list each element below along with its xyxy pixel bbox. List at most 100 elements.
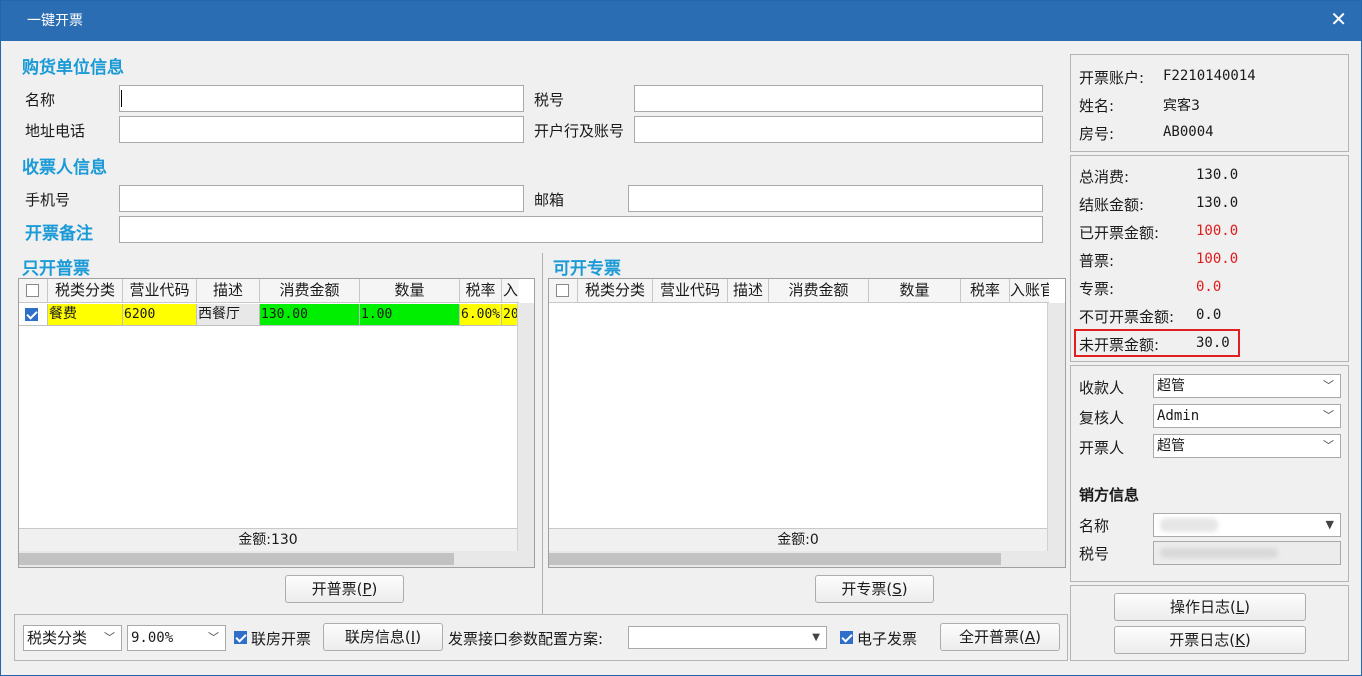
invoice-window: 一键开票 ✕ 购货单位信息 名称 税号 地址电话 开户行及账号 收票人信息 手机… <box>0 0 1362 676</box>
buyer-address-input[interactable] <box>119 116 524 143</box>
chevron-down-icon: ﹀ <box>1323 379 1334 392</box>
room-label: 房号: <box>1079 125 1115 143</box>
special-invoice-table: 税类分类 营业代码 描述 消费金额 数量 税率 入账官 金额:0 <box>548 278 1066 568</box>
payee-select[interactable]: 超管 ﹀ <box>1153 374 1341 398</box>
account-label: 开票账户: <box>1079 69 1145 87</box>
payee-label: 收款人 <box>1079 379 1125 397</box>
buyer-address-label: 地址电话 <box>25 122 86 140</box>
config-label: 发票接口参数配置方案: <box>448 630 604 648</box>
special-horizontal-scrollbar[interactable] <box>549 551 1065 567</box>
normal-vertical-scrollbar[interactable] <box>517 303 534 551</box>
chevron-down-icon: ﹀ <box>1323 439 1334 452</box>
special-vertical-scrollbar[interactable] <box>1047 303 1065 551</box>
email-label: 邮箱 <box>534 191 565 209</box>
seller-name-select[interactable]: ▼ <box>1153 513 1341 537</box>
checkbox-icon[interactable] <box>26 284 39 297</box>
table-cell-code[interactable]: 6200 <box>123 304 197 326</box>
seller-taxno-input[interactable] <box>1153 541 1341 565</box>
special-amount-label: 专票: <box>1079 280 1115 298</box>
title-bar: 一键开票 ✕ <box>1 1 1361 41</box>
seller-section-title: 销方信息 <box>1079 486 1140 504</box>
col-desc[interactable]: 描述 <box>197 279 260 303</box>
buyer-bank-label: 开户行及账号 <box>534 122 625 140</box>
col-desc[interactable]: 描述 <box>728 279 769 303</box>
col-amount[interactable]: 消费金额 <box>260 279 360 303</box>
checkout-value: 130.0 <box>1196 195 1239 211</box>
col-code[interactable]: 营业代码 <box>653 279 728 303</box>
header-select-all[interactable] <box>19 279 48 303</box>
col-amount[interactable]: 消费金额 <box>769 279 869 303</box>
invoice-log-button[interactable]: 开票日志(K) <box>1114 626 1306 654</box>
special-invoice-title: 可开专票 <box>553 259 621 279</box>
normal-total: 金额:130 <box>19 528 517 551</box>
normal-amount-value: 100.0 <box>1196 251 1239 267</box>
header-select-all[interactable] <box>549 279 578 303</box>
buyer-bank-input[interactable] <box>634 116 1043 143</box>
col-rate[interactable]: 税率 <box>961 279 1010 303</box>
redacted-value <box>1160 548 1278 558</box>
einvoice-label: 电子发票 <box>857 630 918 648</box>
checkbox-icon[interactable] <box>556 284 569 297</box>
lianfang-info-button[interactable]: 联房信息(I) <box>323 623 443 651</box>
receiver-section-title: 收票人信息 <box>22 158 107 178</box>
uninvoiced-label: 未开票金额: <box>1079 336 1160 354</box>
reviewer-label: 复核人 <box>1079 409 1125 427</box>
tax-category-select[interactable]: 税类分类 ﹀ <box>23 625 122 651</box>
text-caret <box>121 90 122 107</box>
normal-horizontal-scrollbar[interactable] <box>19 551 534 567</box>
vertical-divider <box>542 253 543 614</box>
checkbox-icon[interactable] <box>25 308 38 321</box>
issue-normal-button[interactable]: 开普票(P) <box>285 575 404 603</box>
dropdown-arrow-icon: ▼ <box>812 632 820 643</box>
close-icon[interactable]: ✕ <box>1330 9 1347 29</box>
total-value: 130.0 <box>1196 167 1239 183</box>
lianfang-checkbox[interactable] <box>234 631 247 644</box>
table-cell-category[interactable]: 餐费 <box>48 304 123 326</box>
buyer-name-input[interactable] <box>119 85 524 112</box>
chevron-down-icon: ﹀ <box>208 631 219 644</box>
reviewer-select[interactable]: Admin ﹀ <box>1153 404 1341 428</box>
special-total: 金额:0 <box>549 528 1047 551</box>
col-extra[interactable]: 入 <box>502 279 519 303</box>
col-extra[interactable]: 入账官 <box>1010 279 1049 303</box>
phone-input[interactable] <box>119 185 524 212</box>
col-rate[interactable]: 税率 <box>460 279 502 303</box>
email-input[interactable] <box>628 185 1043 212</box>
col-qty[interactable]: 数量 <box>869 279 961 303</box>
col-category[interactable]: 税类分类 <box>578 279 653 303</box>
config-select[interactable]: ▼ <box>628 626 827 649</box>
col-category[interactable]: 税类分类 <box>48 279 123 303</box>
dropdown-arrow-icon: ▼ <box>1325 518 1334 531</box>
redacted-value <box>1160 518 1218 532</box>
einvoice-checkbox[interactable] <box>840 631 853 644</box>
seller-taxno-label: 税号 <box>1079 545 1110 563</box>
drawer-select[interactable]: 超管 ﹀ <box>1153 434 1341 458</box>
issue-all-normal-button[interactable]: 全开普票(A) <box>940 623 1060 651</box>
room-value: AB0004 <box>1163 124 1214 140</box>
remark-input[interactable] <box>119 216 1043 243</box>
log-panel: 操作日志(L) 开票日志(K) <box>1070 585 1349 661</box>
scrollbar-thumb[interactable] <box>549 553 1001 565</box>
window-title: 一键开票 <box>27 13 83 29</box>
table-cell-rate[interactable]: 6.00% <box>460 304 502 326</box>
drawer-label: 开票人 <box>1079 439 1125 457</box>
row-checkbox-cell[interactable] <box>19 304 48 326</box>
col-code[interactable]: 营业代码 <box>123 279 197 303</box>
table-cell-amount[interactable]: 130.00 <box>260 304 360 326</box>
table-cell-desc[interactable]: 西餐厅 <box>197 304 260 326</box>
issue-special-button[interactable]: 开专票(S) <box>815 575 934 603</box>
total-label: 总消费: <box>1079 168 1130 186</box>
normal-invoice-title: 只开普票 <box>22 259 90 279</box>
buyer-taxno-input[interactable] <box>634 85 1043 112</box>
table-cell-qty[interactable]: 1.00 <box>360 304 460 326</box>
lianfang-label: 联房开票 <box>251 630 312 648</box>
tax-rate-select[interactable]: 9.00% ﹀ <box>127 625 226 651</box>
operation-log-button[interactable]: 操作日志(L) <box>1114 593 1306 621</box>
seller-name-label: 名称 <box>1079 517 1110 535</box>
checkout-label: 结账金额: <box>1079 196 1145 214</box>
phone-label: 手机号 <box>25 191 71 209</box>
col-qty[interactable]: 数量 <box>360 279 460 303</box>
account-value: F2210140014 <box>1163 68 1256 84</box>
invoiced-value: 100.0 <box>1196 223 1239 239</box>
scrollbar-thumb[interactable] <box>19 553 454 565</box>
